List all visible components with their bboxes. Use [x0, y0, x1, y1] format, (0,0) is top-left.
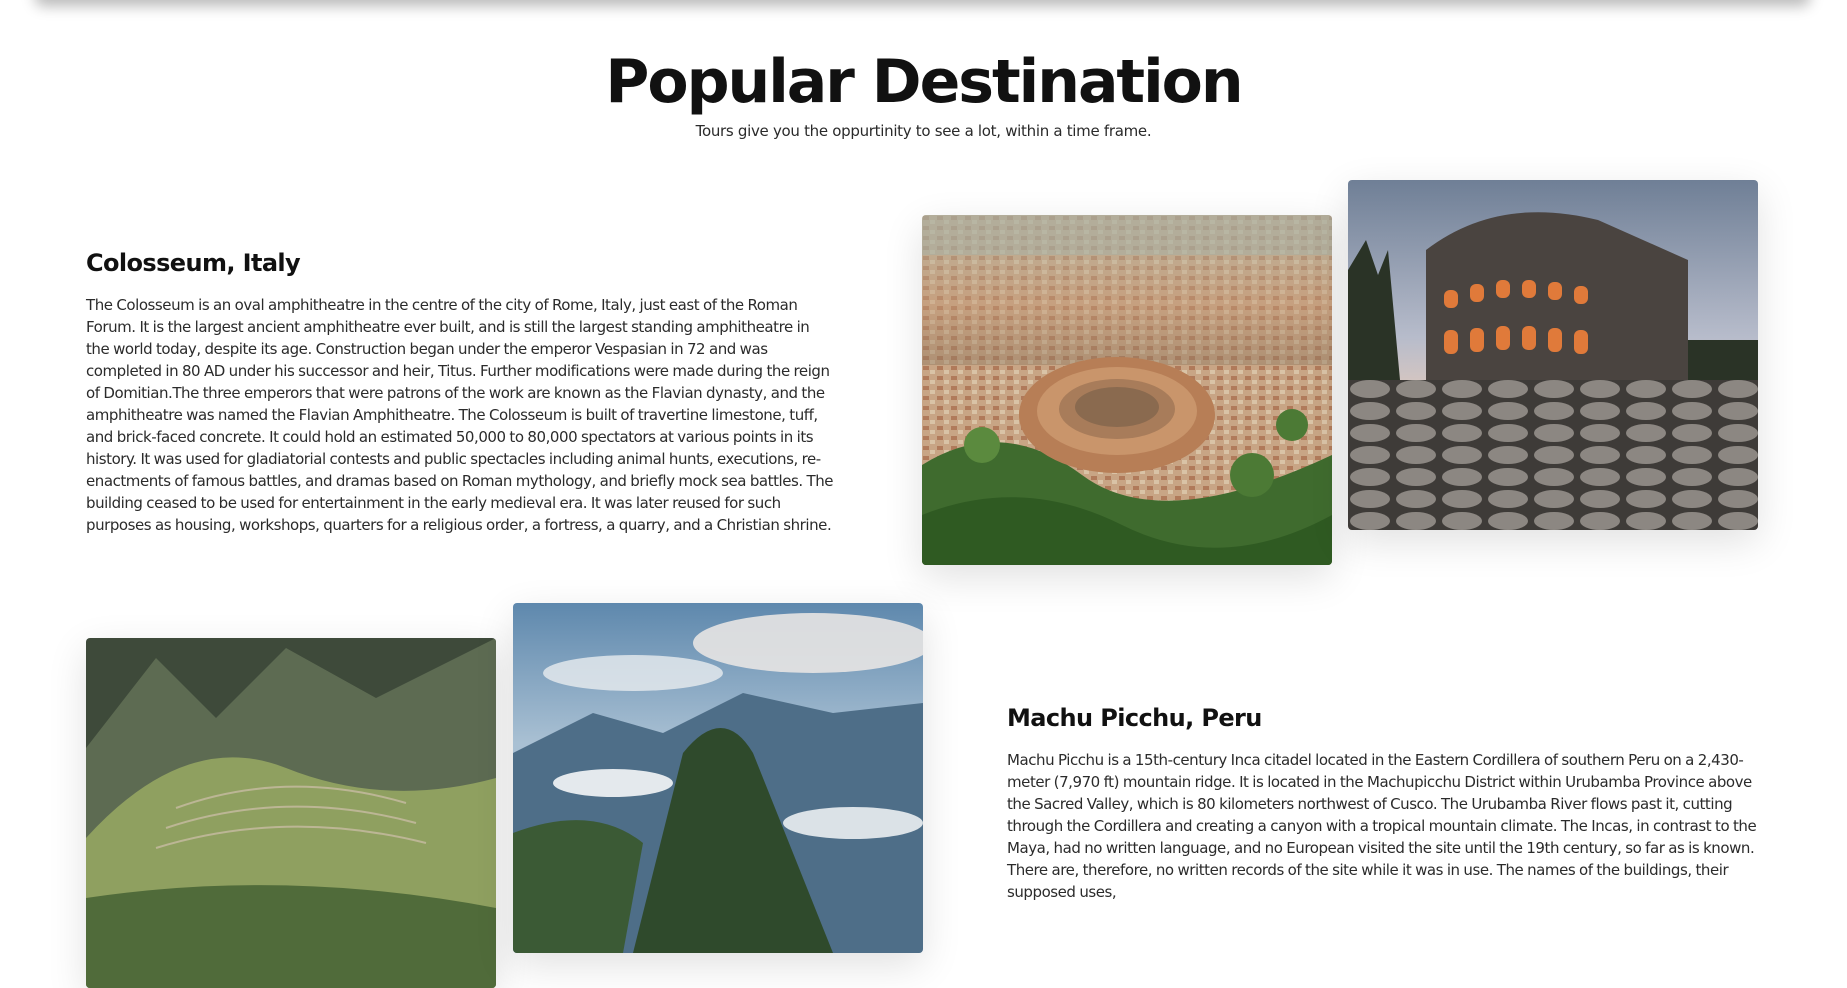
- machu-picchu-terraces-photo: [86, 638, 496, 988]
- section-subtitle: Tours give you the oppurtinity to see a …: [695, 122, 1152, 140]
- destination-description-machu-picchu: Machu Picchu is a 15th-century Inca cita…: [1007, 751, 1757, 901]
- huayna-picchu-clouds-photo: [513, 603, 923, 953]
- destination-title-machu-picchu: Machu Picchu, Peru: [1007, 704, 1262, 732]
- destination-title-colosseum: Colosseum, Italy: [86, 249, 301, 277]
- colosseum-dusk-photo: [1348, 180, 1758, 530]
- destination-description-colosseum: The Colosseum is an oval amphitheatre in…: [86, 296, 834, 534]
- colosseum-aerial-photo: [922, 215, 1332, 565]
- section-title: Popular Destination: [605, 47, 1243, 117]
